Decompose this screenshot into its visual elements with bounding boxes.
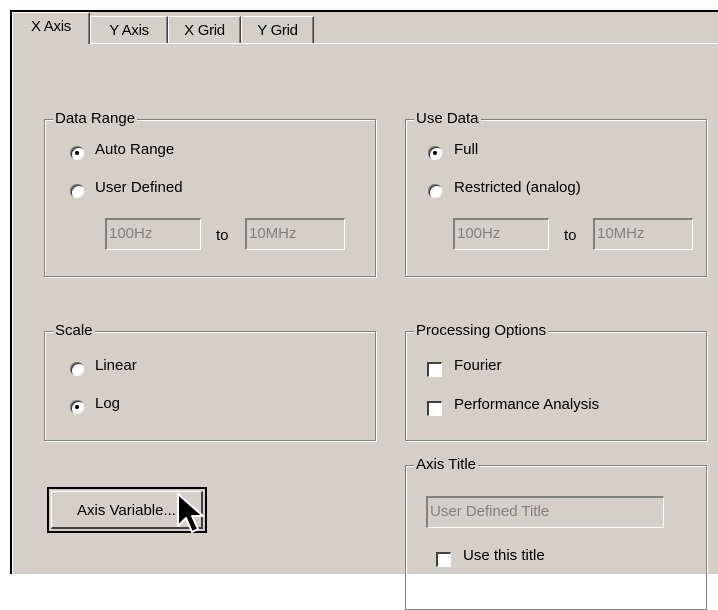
scale-group: Scale Linear Log: [44, 321, 376, 441]
mouse-cursor-icon: [177, 493, 204, 533]
use-data-group: Use Data Full Restricted (analog) to: [405, 109, 707, 277]
use-data-from-field[interactable]: [453, 218, 549, 250]
use-data-from-input[interactable]: [457, 225, 548, 242]
processing-options-title: Processing Options: [414, 321, 549, 341]
range-from-field[interactable]: [105, 218, 201, 250]
log-scale-radio[interactable]: [70, 400, 84, 414]
restricted-data-label: Restricted (analog): [454, 179, 581, 196]
range-from-input[interactable]: [109, 225, 200, 242]
tab-label: X Axis: [31, 18, 71, 35]
use-this-title-checkbox[interactable]: [436, 552, 451, 567]
user-defined-radio[interactable]: [70, 184, 84, 198]
tab-label: Y Axis: [109, 22, 149, 39]
processing-options-group: Processing Options Fourier Performance A…: [405, 321, 707, 441]
scale-title: Scale: [53, 321, 95, 341]
axis-title-input[interactable]: [430, 503, 663, 520]
use-data-title: Use Data: [414, 109, 481, 129]
axis-title-group-title: Axis Title: [414, 455, 479, 475]
tab-x-grid[interactable]: X Grid: [168, 16, 241, 44]
user-defined-label: User Defined: [95, 179, 183, 196]
tab-y-grid[interactable]: Y Grid: [241, 16, 314, 44]
auto-range-label: Auto Range: [95, 141, 175, 158]
use-this-title-label: Use this title: [463, 547, 545, 564]
axis-title-field[interactable]: [426, 496, 664, 528]
linear-scale-radio[interactable]: [70, 362, 84, 376]
tab-y-axis[interactable]: Y Axis: [90, 16, 168, 44]
log-scale-label: Log: [95, 395, 121, 412]
full-data-radio[interactable]: [428, 146, 442, 160]
range-to-label: to: [216, 227, 229, 244]
tab-x-axis[interactable]: X Axis: [12, 12, 90, 44]
performance-analysis-checkbox[interactable]: [427, 401, 442, 416]
data-range-group: Data Range Auto Range User Defined to: [44, 109, 376, 277]
use-data-to-input[interactable]: [597, 225, 692, 242]
performance-analysis-label: Performance Analysis: [454, 396, 600, 413]
axis-title-group: Axis Title Use this title: [405, 455, 707, 610]
use-data-to-label: to: [564, 227, 577, 244]
range-to-input[interactable]: [249, 225, 344, 242]
axis-variable-label: Axis Variable...: [77, 502, 176, 519]
linear-scale-label: Linear: [95, 357, 137, 374]
fourier-label: Fourier: [454, 357, 502, 374]
tab-label: Y Grid: [257, 22, 298, 39]
fourier-checkbox[interactable]: [427, 362, 442, 377]
data-range-title: Data Range: [53, 109, 138, 129]
use-data-to-field[interactable]: [593, 218, 693, 250]
auto-range-radio[interactable]: [70, 146, 84, 160]
dialog-frame: X Axis Y Axis X Grid Y Grid Data Range A…: [10, 10, 718, 610]
range-to-field[interactable]: [245, 218, 345, 250]
restricted-data-radio[interactable]: [428, 184, 442, 198]
full-data-label: Full: [454, 141, 479, 158]
tab-label: X Grid: [184, 22, 225, 39]
tab-page-x-axis: Data Range Auto Range User Defined to Us…: [12, 43, 718, 610]
